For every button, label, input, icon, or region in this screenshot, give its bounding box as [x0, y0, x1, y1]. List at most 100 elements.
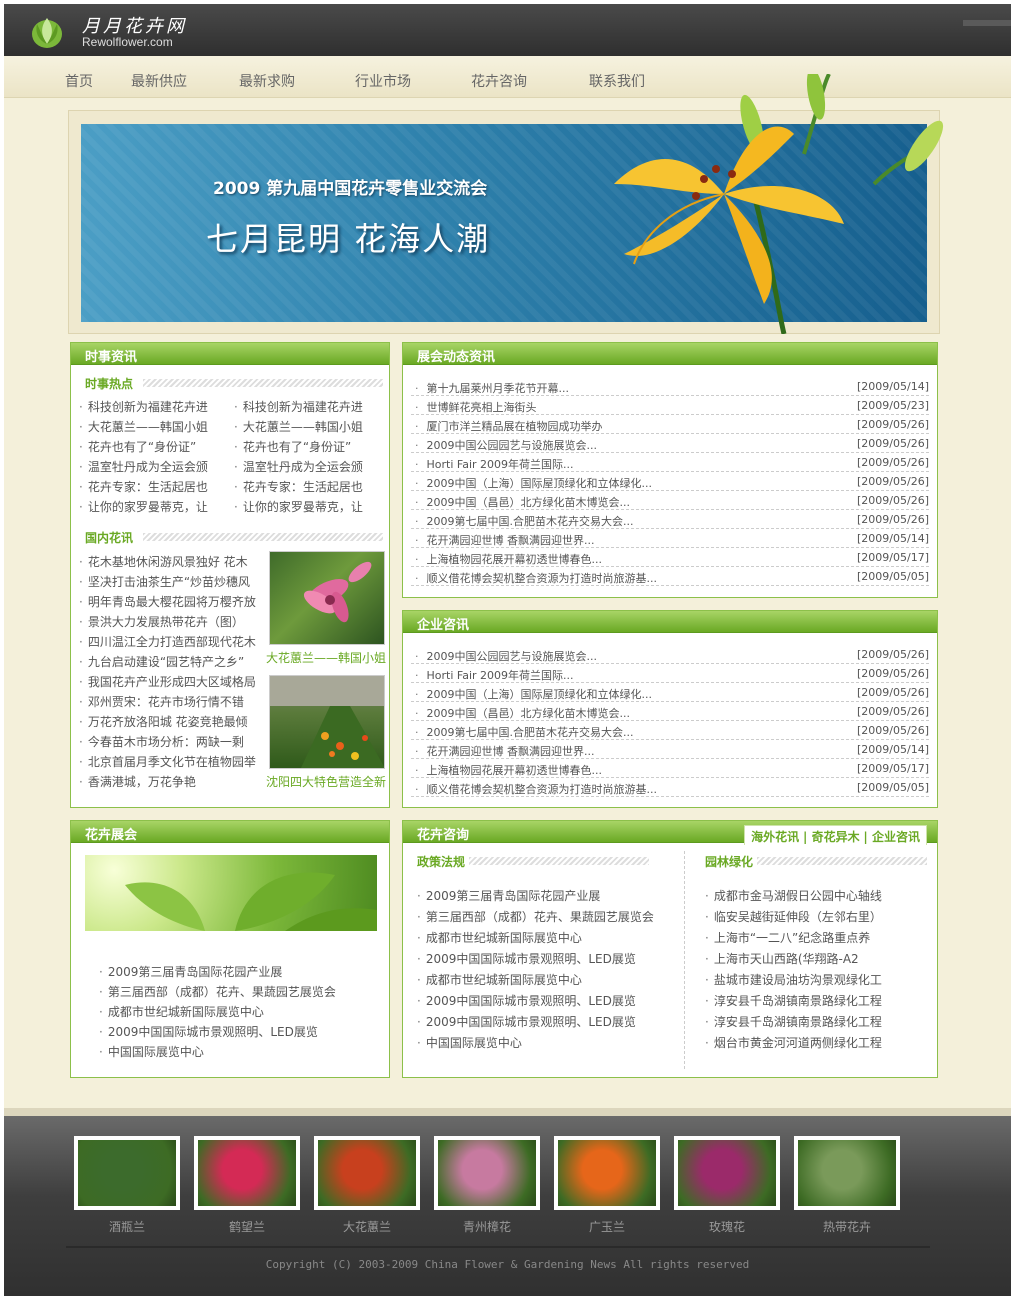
news-row[interactable]: 2009第七届中国.合肥苗木花卉交易大会... [2009/05/26]	[411, 510, 929, 529]
hot-item-right[interactable]: 科技创新为福建花卉进	[234, 398, 384, 415]
domestic-item[interactable]: 万花齐放洛阳城 花姿竞艳最倾	[79, 713, 261, 730]
news-title[interactable]: 2009中国公园园艺与设施展览会...	[415, 437, 597, 453]
orchid-caption[interactable]: 大花蕙兰——韩国小姐	[266, 649, 386, 666]
domestic-item[interactable]: 花木基地休闲游风景独好 花木	[79, 553, 261, 570]
landscape-item[interactable]: 成都市金马湖假日公园中心轴线	[705, 887, 895, 904]
expo-item[interactable]: 2009中国国际城市景观照明、LED展览	[99, 1023, 379, 1040]
news-title[interactable]: 第十九届莱州月季花节开幕...	[415, 380, 570, 396]
landscape-item[interactable]: 淳安县千岛湖镇南景路绿化工程	[705, 1013, 895, 1030]
nav-home[interactable]: 首页	[65, 71, 93, 91]
landscape-item[interactable]: 烟台市黄金河河道两侧绿化工程	[705, 1034, 895, 1051]
hot-item-left[interactable]: 大花蕙兰——韩国小姐	[79, 418, 229, 435]
news-row[interactable]: 花开满园迎世博 香飘满园迎世界... [2009/05/14]	[411, 529, 929, 548]
gallery-label[interactable]: 大花蕙兰	[314, 1218, 420, 1235]
tab-corp-news[interactable]: 企业咨讯	[872, 830, 920, 844]
tab-rare-plants[interactable]: 奇花异木	[812, 830, 860, 844]
news-row[interactable]: 上海植物园花展开幕初透世博春色... [2009/05/17]	[411, 759, 929, 778]
gallery-thumb[interactable]	[314, 1136, 420, 1210]
gallery-thumb[interactable]	[794, 1136, 900, 1210]
news-row[interactable]: 2009中国（上海）国际屋顶绿化和立体绿化... [2009/05/26]	[411, 472, 929, 491]
news-title[interactable]: 2009中国（昌邑）北方绿化苗木博览会...	[415, 705, 630, 721]
news-title[interactable]: 花开满园迎世博 香飘满园迎世界...	[415, 743, 595, 759]
gallery-label[interactable]: 广玉兰	[554, 1218, 660, 1235]
news-row[interactable]: 第十九届莱州月季花节开幕... [2009/05/14]	[411, 377, 929, 396]
gallery-label[interactable]: 玫瑰花	[674, 1218, 780, 1235]
news-title[interactable]: Horti Fair 2009年荷兰国际...	[415, 456, 574, 472]
gallery-thumb[interactable]	[74, 1136, 180, 1210]
news-title[interactable]: 顺义借花博会契机整合资源为打造时尚旅游基...	[415, 570, 658, 586]
news-title[interactable]: 花开满园迎世博 香飘满园迎世界...	[415, 532, 595, 548]
policy-item[interactable]: 中国国际展览中心	[417, 1034, 679, 1051]
green-leaves-photo[interactable]	[85, 855, 377, 931]
gallery-thumb[interactable]	[554, 1136, 660, 1210]
news-title[interactable]: 顺义借花博会契机整合资源为打造时尚旅游基...	[415, 781, 658, 797]
news-row[interactable]: 顺义借花博会契机整合资源为打造时尚旅游基... [2009/05/05]	[411, 567, 929, 586]
hot-item-left[interactable]: 花卉也有了“身份证”	[79, 438, 229, 455]
landscape-item[interactable]: 上海市“一二八”纪念路重点养	[705, 929, 895, 946]
hot-item-right[interactable]: 让你的家罗曼蒂克，让	[234, 498, 384, 515]
nav-industry-market[interactable]: 行业市场	[355, 71, 411, 91]
expo-item[interactable]: 成都市世纪城新国际展览中心	[99, 1003, 379, 1020]
street-flowers-photo[interactable]	[269, 675, 385, 769]
landscape-item[interactable]: 盐城市建设局油坊沟景观绿化工	[705, 971, 895, 988]
news-row[interactable]: 厦门市洋兰精品展在植物园成功举办 [2009/05/26]	[411, 415, 929, 434]
policy-item[interactable]: 成都市世纪城新国际展览中心	[417, 929, 679, 946]
news-row[interactable]: Horti Fair 2009年荷兰国际... [2009/05/26]	[411, 453, 929, 472]
gallery-label[interactable]: 鹤望兰	[194, 1218, 300, 1235]
policy-item[interactable]: 2009第三届青岛国际花园产业展	[417, 887, 679, 904]
nav-latest-supply[interactable]: 最新供应	[131, 71, 187, 91]
news-row[interactable]: 2009第七届中国.合肥苗木花卉交易大会... [2009/05/26]	[411, 721, 929, 740]
domestic-item[interactable]: 今春苗木市场分析：两缺一剩	[79, 733, 261, 750]
domestic-item[interactable]: 我国花卉产业形成四大区域格局	[79, 673, 261, 690]
news-title[interactable]: 2009第七届中国.合肥苗木花卉交易大会...	[415, 724, 634, 740]
policy-item[interactable]: 2009中国国际城市景观照明、LED展览	[417, 1013, 679, 1030]
street-flowers-caption[interactable]: 沈阳四大特色营造全新	[266, 773, 386, 790]
hot-item-right[interactable]: 大花蕙兰——韩国小姐	[234, 418, 384, 435]
domestic-item[interactable]: 香满港城，万花争艳	[79, 773, 261, 790]
news-title[interactable]: 厦门市洋兰精品展在植物园成功举办	[415, 418, 603, 434]
news-row[interactable]: 2009中国公园园艺与设施展览会... [2009/05/26]	[411, 645, 929, 664]
policy-item[interactable]: 2009中国国际城市景观照明、LED展览	[417, 992, 679, 1009]
news-title[interactable]: 上海植物园花展开幕初透世博春色...	[415, 762, 603, 778]
news-row[interactable]: 花开满园迎世博 香飘满园迎世界... [2009/05/14]	[411, 740, 929, 759]
gallery-label[interactable]: 热带花卉	[794, 1218, 900, 1235]
news-row[interactable]: 2009中国（上海）国际屋顶绿化和立体绿化... [2009/05/26]	[411, 683, 929, 702]
news-title[interactable]: 2009中国（昌邑）北方绿化苗木博览会...	[415, 494, 630, 510]
hot-item-right[interactable]: 花卉专家：生活起居也	[234, 478, 384, 495]
hot-item-right[interactable]: 花卉也有了“身份证”	[234, 438, 384, 455]
policy-item[interactable]: 2009中国国际城市景观照明、LED展览	[417, 950, 679, 967]
domestic-item[interactable]: 邓州贾宋：花卉市场行情不错	[79, 693, 261, 710]
news-title[interactable]: Horti Fair 2009年荷兰国际...	[415, 667, 574, 683]
domestic-item[interactable]: 四川温江全力打造西部现代花木	[79, 633, 261, 650]
policy-item[interactable]: 第三届西部（成都）花卉、果蔬园艺展览会	[417, 908, 679, 925]
news-row[interactable]: 顺义借花博会契机整合资源为打造时尚旅游基... [2009/05/05]	[411, 778, 929, 797]
gallery-label[interactable]: 青州樟花	[434, 1218, 540, 1235]
nav-latest-purchase[interactable]: 最新求购	[239, 71, 295, 91]
news-title[interactable]: 上海植物园花展开幕初透世博春色...	[415, 551, 603, 567]
domestic-item[interactable]: 明年青岛最大樱花园将万樱齐放	[79, 593, 261, 610]
news-row[interactable]: 2009中国（昌邑）北方绿化苗木博览会... [2009/05/26]	[411, 702, 929, 721]
news-title[interactable]: 世博鲜花亮相上海街头	[415, 399, 537, 415]
flower-logo-icon[interactable]	[28, 10, 66, 50]
hot-item-left[interactable]: 让你的家罗曼蒂克，让	[79, 498, 229, 515]
news-title[interactable]: 2009中国（上海）国际屋顶绿化和立体绿化...	[415, 686, 652, 702]
domestic-item[interactable]: 景洪大力发展热带花卉（图）	[79, 613, 261, 630]
news-row[interactable]: 上海植物园花展开幕初透世博春色... [2009/05/17]	[411, 548, 929, 567]
news-title[interactable]: 2009中国（上海）国际屋顶绿化和立体绿化...	[415, 475, 652, 491]
hot-item-right[interactable]: 温室牡丹成为全运会颁	[234, 458, 384, 475]
landscape-item[interactable]: 临安吴越街延伸段（左邻右里）	[705, 908, 895, 925]
orchid-photo[interactable]	[269, 551, 385, 645]
gallery-thumb[interactable]	[674, 1136, 780, 1210]
expo-item[interactable]: 中国国际展览中心	[99, 1043, 379, 1060]
gallery-thumb[interactable]	[434, 1136, 540, 1210]
nav-flower-consult[interactable]: 花卉咨询	[471, 71, 527, 91]
gallery-thumb[interactable]	[194, 1136, 300, 1210]
landscape-item[interactable]: 上海市天山西路(华翔路-A2	[705, 950, 895, 967]
news-row[interactable]: 世博鲜花亮相上海街头 [2009/05/23]	[411, 396, 929, 415]
policy-item[interactable]: 成都市世纪城新国际展览中心	[417, 971, 679, 988]
expo-item[interactable]: 2009第三届青岛国际花园产业展	[99, 963, 379, 980]
news-row[interactable]: Horti Fair 2009年荷兰国际... [2009/05/26]	[411, 664, 929, 683]
news-title[interactable]: 2009第七届中国.合肥苗木花卉交易大会...	[415, 513, 634, 529]
hot-item-left[interactable]: 温室牡丹成为全运会颁	[79, 458, 229, 475]
domestic-item[interactable]: 坚决打击油茶生产“炒苗炒穗风	[79, 573, 261, 590]
